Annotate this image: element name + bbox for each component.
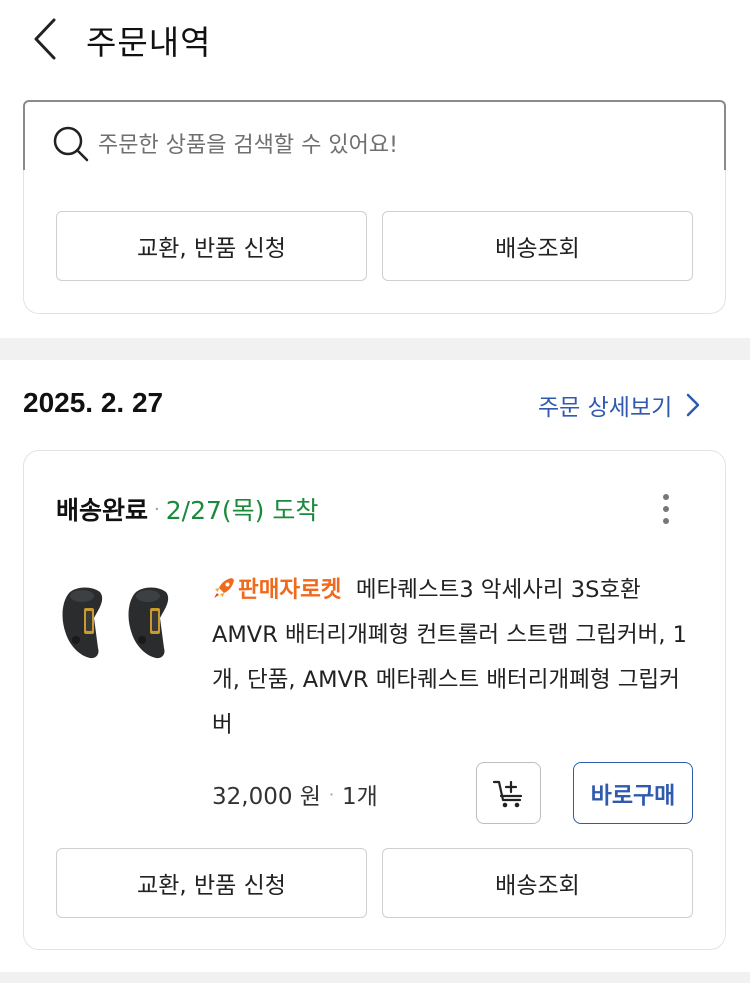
section-divider bbox=[0, 972, 750, 983]
controller-right bbox=[128, 587, 169, 659]
track-delivery-button[interactable]: 배송조회 bbox=[382, 211, 693, 281]
app-header: 주문내역 bbox=[0, 0, 750, 80]
more-vertical-icon bbox=[663, 494, 669, 500]
delivery-status: 배송완료 · 2/27(목) 도착 bbox=[56, 491, 318, 527]
add-to-cart-icon bbox=[492, 780, 522, 808]
product-quantity: 1개 bbox=[342, 784, 378, 810]
controller-left bbox=[62, 587, 103, 659]
chevron-right-icon bbox=[687, 393, 700, 417]
status-separator: · bbox=[154, 498, 160, 520]
rocket-icon bbox=[214, 578, 234, 598]
back-arrow-icon bbox=[34, 18, 56, 60]
track-delivery-button[interactable]: 배송조회 bbox=[382, 848, 693, 918]
order-detail-label: 주문 상세보기 bbox=[538, 395, 673, 421]
back-button[interactable] bbox=[26, 14, 66, 64]
product-price: 32,000 원 bbox=[212, 784, 321, 810]
more-options-button[interactable] bbox=[652, 488, 680, 530]
badge-label: 판매자로켓 bbox=[238, 577, 342, 603]
product-image[interactable] bbox=[56, 578, 186, 668]
price-separator: · bbox=[328, 784, 335, 804]
order-detail-link[interactable]: 주문 상세보기 bbox=[538, 388, 700, 422]
search-placeholder: 주문한 상품을 검색할 수 있어요! bbox=[98, 133, 398, 158]
status-label: 배송완료 bbox=[56, 496, 149, 525]
seller-rocket-badge: 판매자로켓 bbox=[212, 577, 342, 603]
buy-now-button[interactable]: 바로구매 bbox=[573, 762, 693, 824]
arrival-date: 2/27(목) 도착 bbox=[165, 496, 319, 525]
search-icon bbox=[53, 126, 89, 162]
page-title: 주문내역 bbox=[86, 23, 212, 62]
exchange-return-button[interactable]: 교환, 반품 신청 bbox=[56, 211, 367, 281]
exchange-return-button[interactable]: 교환, 반품 신청 bbox=[56, 848, 367, 918]
price-quantity: 32,000 원 · 1개 bbox=[212, 777, 378, 811]
order-date: 2025. 2. 27 bbox=[23, 387, 164, 418]
section-divider bbox=[0, 338, 750, 360]
add-to-cart-button[interactable] bbox=[476, 762, 541, 824]
product-info[interactable]: 판매자로켓 메타퀘스트3 악세사리 3S호환 AMVR 배터리개폐형 컨트롤러 … bbox=[212, 568, 692, 748]
